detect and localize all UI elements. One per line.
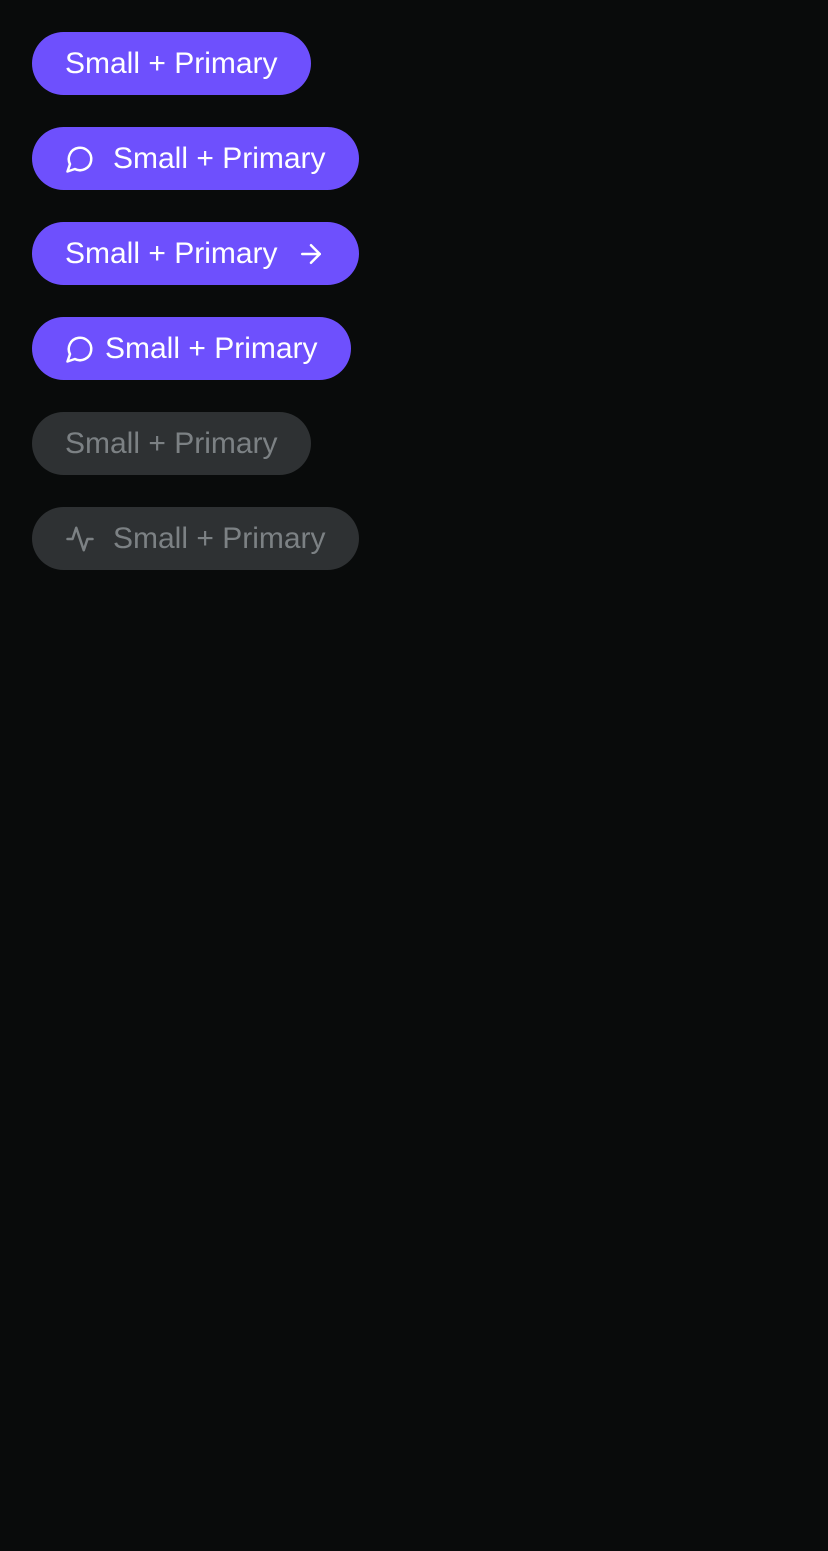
small-primary-button-disabled-with-icon[interactable]: Small + Primary xyxy=(32,507,359,570)
small-primary-button-compact-icon[interactable]: Small + Primary xyxy=(32,317,351,380)
small-primary-button-disabled[interactable]: Small + Primary xyxy=(32,412,311,475)
small-primary-button-with-trailing-icon[interactable]: Small + Primary xyxy=(32,222,359,285)
button-label: Small + Primary xyxy=(105,331,318,365)
button-label: Small + Primary xyxy=(65,426,278,460)
message-circle-icon xyxy=(65,144,95,174)
message-circle-icon xyxy=(65,334,95,364)
small-primary-button-with-leading-icon[interactable]: Small + Primary xyxy=(32,127,359,190)
activity-icon xyxy=(65,524,95,554)
arrow-right-icon xyxy=(296,239,326,269)
button-label: Small + Primary xyxy=(113,521,326,555)
button-label: Small + Primary xyxy=(113,141,326,175)
button-stack: Small + Primary Small + Primary Small + … xyxy=(32,32,359,570)
small-primary-button[interactable]: Small + Primary xyxy=(32,32,311,95)
button-label: Small + Primary xyxy=(65,46,278,80)
button-label: Small + Primary xyxy=(65,236,278,270)
